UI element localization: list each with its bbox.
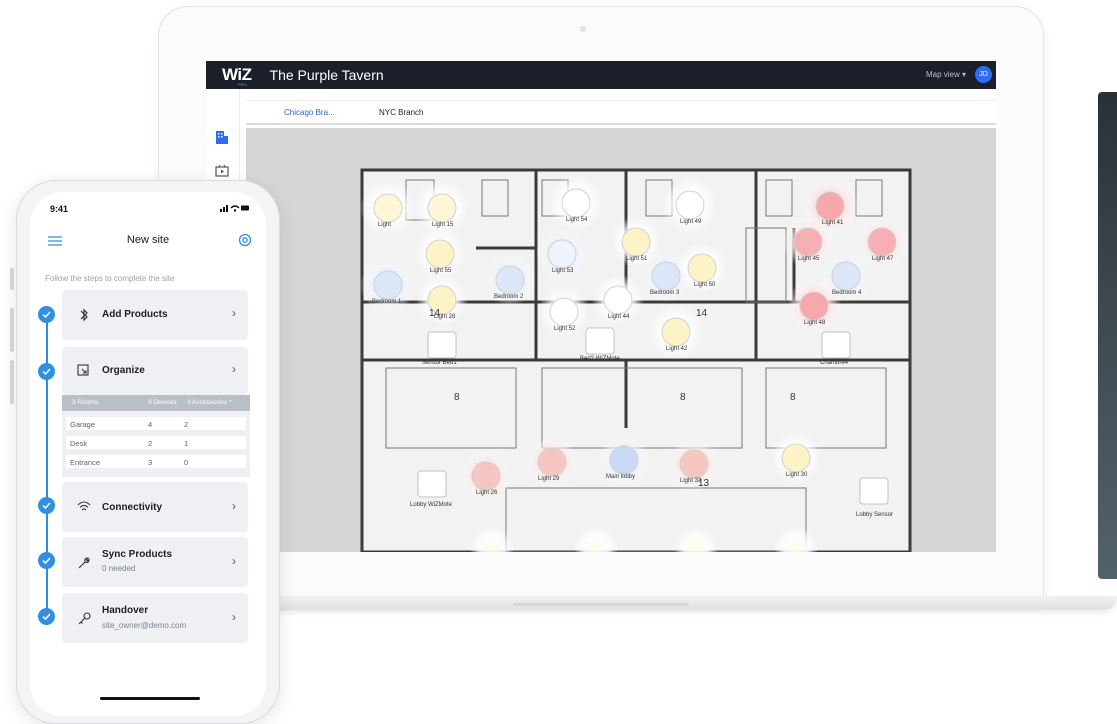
- floor-map[interactable]: Light Light 15 Light 54 Light 49 Light 4…: [246, 128, 996, 552]
- map-label: Bedroom 2: [494, 294, 524, 300]
- map-label: Sensor Bed1: [422, 360, 457, 366]
- step-handover[interactable]: Handover site_owner@demo.com ›: [62, 593, 248, 643]
- status-time: 9:41: [50, 204, 69, 214]
- map-label: Main lobby: [606, 474, 636, 480]
- room-number: 13: [698, 478, 710, 489]
- map-label: Bedroom 3: [650, 290, 680, 296]
- user-avatar[interactable]: JD: [975, 66, 992, 83]
- room-number: 8: [790, 392, 796, 403]
- room-number: 14: [429, 308, 441, 319]
- chevron-right-icon: ›: [232, 554, 236, 568]
- laptop-camera: [580, 26, 586, 32]
- chevron-right-icon: ›: [232, 610, 236, 624]
- step-organize[interactable]: Organize ›: [62, 347, 248, 395]
- map-label: Bed2 WiZMote: [580, 356, 620, 362]
- map-label: Light 41: [822, 220, 844, 226]
- scene-icon[interactable]: [214, 163, 230, 179]
- logo-sub: PRO: [238, 82, 247, 87]
- room-number: 14: [696, 308, 708, 319]
- product-showcase: WiZ PRO The Purple Tavern Map view ▾ JD …: [0, 0, 1117, 724]
- map-view-dropdown[interactable]: Map view ▾: [926, 70, 966, 79]
- table-row[interactable]: Garage 4 2: [66, 415, 246, 430]
- accessories-count: 3 Accessories ^: [187, 399, 232, 406]
- chevron-right-icon: ›: [232, 499, 236, 513]
- map-label: Light 47: [872, 256, 894, 262]
- map-label: Light 48: [804, 320, 826, 326]
- step-connectivity[interactable]: Connectivity ›: [62, 482, 248, 532]
- instructions-text: Follow the steps to complete the site: [45, 274, 175, 283]
- check-icon: [38, 608, 55, 625]
- organize-icon: [77, 364, 89, 376]
- map-label: Light: [378, 222, 392, 228]
- step-sync-products[interactable]: Sync Products 0 needed ›: [62, 537, 248, 587]
- map-label: Light 52: [554, 326, 576, 332]
- step-sublabel: 0 needed: [102, 564, 136, 573]
- map-label: Chambre4: [820, 360, 849, 366]
- chevron-right-icon: ›: [232, 362, 236, 376]
- rooms-count: 3 Rooms: [72, 399, 99, 406]
- home-indicator[interactable]: [100, 697, 200, 700]
- bluetooth-icon: [80, 308, 88, 322]
- rooms-summary-header[interactable]: 3 Rooms 9 Devices 3 Accessories ^: [62, 395, 250, 411]
- step-label: Add Products: [102, 309, 168, 320]
- table-row[interactable]: Desk 2 1: [66, 434, 246, 449]
- map-label: Light 15: [432, 222, 454, 228]
- tab-nyc-branch[interactable]: NYC Branch: [379, 108, 423, 117]
- map-label: Light 42: [666, 346, 688, 352]
- laptop-hinge: [513, 603, 689, 606]
- phone-button: [10, 268, 14, 290]
- map-label: Lobby WiZMote: [410, 502, 453, 508]
- check-icon: [38, 363, 55, 380]
- step-add-products[interactable]: Add Products ›: [62, 290, 248, 340]
- key-icon: [78, 612, 91, 625]
- step-label: Organize: [102, 365, 145, 376]
- devices-count: 9 Devices: [148, 399, 177, 406]
- map-label: Light 44: [608, 314, 630, 320]
- map-label: Light 29: [538, 476, 560, 482]
- check-icon: [38, 497, 55, 514]
- table-row[interactable]: Entrance 3 0: [66, 453, 246, 468]
- check-icon: [38, 306, 55, 323]
- map-label: Light 54: [566, 217, 588, 223]
- wiz-logo[interactable]: WiZ: [222, 65, 252, 85]
- tab-chicago-branch[interactable]: Chicago Bra...: [284, 108, 335, 117]
- branch-tabs: Chicago Bra... NYC Branch: [246, 100, 996, 125]
- map-label: Light 55: [430, 268, 452, 274]
- map-label: Light 50: [694, 282, 716, 288]
- phone-button: [10, 360, 14, 404]
- check-icon: [38, 552, 55, 569]
- map-label: Light 49: [680, 219, 702, 225]
- room-number: 8: [680, 392, 686, 403]
- step-label: Handover: [102, 605, 149, 616]
- map-label: Bedroom 1: [372, 299, 402, 305]
- progress-timeline: [46, 312, 48, 618]
- map-label: Light 30: [786, 472, 808, 478]
- floor-plan-svg: [360, 168, 912, 552]
- step-label: Connectivity: [102, 502, 163, 513]
- map-label: Light 51: [626, 256, 648, 262]
- phone-button: [10, 308, 14, 352]
- site-title: The Purple Tavern: [269, 67, 384, 83]
- map-label: Light 45: [798, 256, 820, 262]
- top-bar: WiZ PRO The Purple Tavern Map view ▾ JD: [206, 61, 996, 89]
- app-window: WiZ PRO The Purple Tavern Map view ▾ JD …: [206, 61, 996, 552]
- wifi-icon: [77, 501, 91, 511]
- building-icon[interactable]: [214, 129, 230, 145]
- background-device-edge: [1098, 92, 1117, 579]
- map-label: Lobby Sensor: [856, 512, 894, 518]
- room-number: 8: [454, 392, 460, 403]
- phone-header: New site: [30, 228, 266, 252]
- map-label: Light 26: [476, 490, 498, 496]
- wrench-icon: [78, 557, 90, 569]
- map-label: Light 53: [552, 268, 574, 274]
- page-title: New site: [126, 234, 170, 246]
- map-label: Bedroom 4: [832, 290, 862, 296]
- settings-icon[interactable]: [238, 233, 252, 247]
- status-bar-icons: [220, 205, 249, 212]
- step-label: Sync Products: [102, 549, 173, 560]
- step-sublabel: site_owner@demo.com: [102, 621, 187, 630]
- chevron-right-icon: ›: [232, 306, 236, 320]
